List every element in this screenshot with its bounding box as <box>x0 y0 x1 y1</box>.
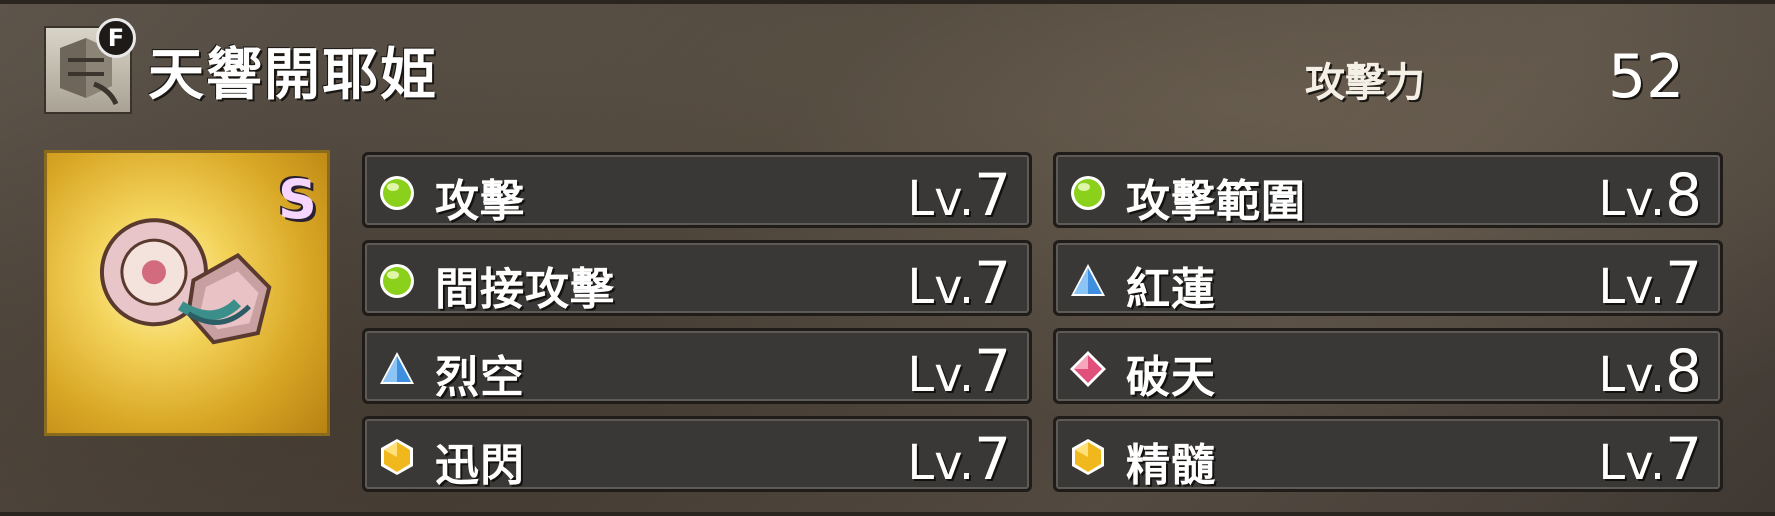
gold-hexagon-icon <box>1072 439 1104 475</box>
green-orb-icon <box>380 176 414 210</box>
skill-level: Lv.7 <box>907 249 1011 317</box>
skill-level: Lv.7 <box>907 337 1011 405</box>
pink-diamond-icon <box>1070 351 1106 387</box>
weapon-badge: F <box>96 18 136 58</box>
attack-value: 52 <box>1608 42 1685 112</box>
skill-row[interactable]: 破天 Lv.8 <box>1053 328 1723 405</box>
skill-level: Lv.7 <box>1598 425 1702 493</box>
skill-level: Lv.7 <box>907 425 1011 493</box>
skill-name: 攻擊 <box>435 176 525 227</box>
skill-row[interactable]: 迅閃 Lv.7 <box>362 416 1032 493</box>
green-orb-icon <box>1071 176 1105 210</box>
skill-level: Lv.8 <box>1598 161 1702 229</box>
weapon-name: 天響開耶姫 <box>148 43 438 108</box>
skill-row[interactable]: 攻擊 Lv.7 <box>362 152 1032 229</box>
blue-pyramid-icon <box>1071 264 1105 296</box>
frame-top <box>0 0 1775 4</box>
skill-name: 迅閃 <box>435 440 525 491</box>
green-orb-icon <box>380 264 414 298</box>
skill-level: Lv.7 <box>1598 249 1702 317</box>
skill-name: 破天 <box>1126 352 1216 403</box>
attack-label: 攻擊力 <box>1305 60 1425 106</box>
skill-name: 間接攻擊 <box>435 264 615 315</box>
skill-row[interactable]: 間接攻擊 Lv.7 <box>362 240 1032 317</box>
skill-level: Lv.8 <box>1598 337 1702 405</box>
frame-bottom <box>0 512 1775 516</box>
skill-name: 紅蓮 <box>1126 264 1216 315</box>
skill-level: Lv.7 <box>907 161 1011 229</box>
gold-hexagon-icon <box>381 439 413 475</box>
skill-name: 攻擊範圍 <box>1126 176 1306 227</box>
blue-pyramid-icon <box>380 352 414 384</box>
skill-row[interactable]: 精髓 Lv.7 <box>1053 416 1723 493</box>
skill-name: 烈空 <box>435 352 525 403</box>
rarity-badge: S <box>278 168 317 231</box>
skill-row[interactable]: 烈空 Lv.7 <box>362 328 1032 405</box>
skill-row[interactable]: 攻擊範圍 Lv.8 <box>1053 152 1723 229</box>
skill-name: 精髓 <box>1126 440 1216 491</box>
skill-row[interactable]: 紅蓮 Lv.7 <box>1053 240 1723 317</box>
